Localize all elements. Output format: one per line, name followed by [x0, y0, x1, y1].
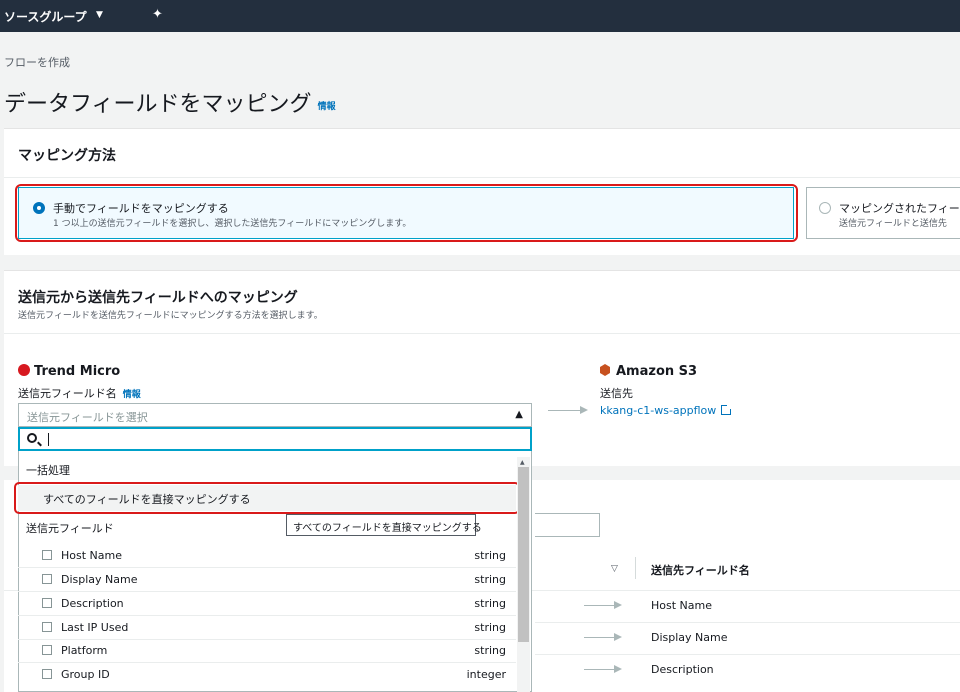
dropdown-field-item[interactable]: Host Name string — [18, 544, 516, 568]
scroll-up-icon[interactable]: ▲ — [520, 459, 525, 466]
resource-group-label[interactable]: ソースグループ — [4, 8, 87, 25]
row-arrow-icon — [584, 637, 614, 638]
dropdown-field-item[interactable]: Description string — [18, 592, 516, 616]
chevron-down-icon[interactable]: ▼ — [96, 10, 103, 20]
scrollbar-thumb[interactable] — [518, 467, 529, 642]
source-name: Trend Micro — [18, 364, 120, 379]
pin-icon[interactable]: ✦ — [152, 7, 163, 22]
dropdown-search-input[interactable] — [18, 427, 532, 451]
amazon-s3-logo-icon — [600, 364, 610, 376]
dest-field-column-header: 送信先フィールド名 — [651, 564, 750, 577]
dropdown-field-item[interactable]: Display Name string — [18, 568, 516, 592]
manual-mapping-option[interactable]: 手動でフィールドをマッピングする 1 つ以上の送信元フィールドを選択し、選択した… — [18, 187, 794, 239]
row-arrow-icon — [584, 669, 614, 670]
radio-selected-icon[interactable] — [33, 202, 45, 214]
checkbox[interactable] — [42, 598, 52, 608]
source-dest-header: 送信元から送信先フィールドへのマッピング — [18, 290, 298, 306]
tooltip: すべてのフィールドを直接マッピングする — [286, 514, 482, 536]
dropdown-group-bulk: 一括処理 — [26, 464, 70, 477]
external-link-icon — [721, 403, 734, 415]
top-bar: ソースグループ ▼ ✦ — [0, 0, 960, 32]
checkbox[interactable] — [42, 622, 52, 632]
row-arrow-icon — [584, 605, 614, 606]
dest-name: Amazon S3 — [600, 364, 697, 379]
text-caret — [48, 433, 49, 446]
page-title: データフィールドをマッピング 情報 — [4, 92, 336, 117]
checkbox[interactable] — [42, 550, 52, 560]
info-link[interactable]: 情報 — [318, 102, 336, 112]
dropdown-field-item[interactable]: Last IP Used string — [18, 616, 516, 640]
trend-micro-logo-icon — [18, 364, 30, 376]
breadcrumb[interactable]: フローを作成 — [4, 54, 70, 70]
dropdown-field-item[interactable]: Group ID integer — [18, 663, 516, 687]
dest-label: 送信先 — [600, 387, 633, 400]
table-row: Display Name — [651, 631, 728, 644]
source-field-select[interactable]: 送信元フィールドを選択 ▲ — [18, 403, 532, 427]
highlight-box — [14, 482, 520, 514]
sort-icon[interactable]: ▽ — [611, 564, 618, 574]
upload-mapping-desc: 送信元フィールドと送信先 — [839, 219, 947, 229]
arrow-right-icon — [548, 410, 580, 411]
filter-input[interactable] — [535, 513, 600, 537]
checkbox[interactable] — [42, 645, 52, 655]
mapping-method-panel: マッピング方法 手動でフィールドをマッピングする 1 つ以上の送信元フィールドを… — [4, 128, 960, 255]
mapping-method-header: マッピング方法 — [18, 148, 116, 164]
dest-bucket-link[interactable]: kkang-c1-ws-appflow — [600, 403, 734, 417]
source-field-label: 送信元フィールド名 情報 — [18, 387, 141, 400]
checkbox[interactable] — [42, 669, 52, 679]
manual-mapping-label: 手動でフィールドをマッピングする — [53, 202, 229, 215]
search-icon — [27, 433, 37, 443]
dropdown-field-item[interactable]: Platform string — [18, 639, 516, 663]
dropdown-scrollbar[interactable]: ▲ — [517, 457, 530, 692]
table-row: Description — [651, 663, 714, 676]
dropdown-group-fields: 送信元フィールド — [26, 522, 114, 535]
table-row: Host Name — [651, 599, 712, 612]
checkbox[interactable] — [42, 574, 52, 584]
select-placeholder: 送信元フィールドを選択 — [27, 411, 148, 424]
caret-up-icon[interactable]: ▲ — [515, 409, 523, 420]
upload-mapping-label: マッピングされたフィー — [839, 202, 960, 215]
source-dest-subtitle: 送信元フィールドを送信先フィールドにマッピングする方法を選択します。 — [18, 311, 323, 321]
source-info-link[interactable]: 情報 — [123, 390, 141, 400]
radio-unselected-icon[interactable] — [819, 202, 831, 214]
manual-mapping-desc: 1 つ以上の送信元フィールドを選択し、選択した送信先フィールドにマッピングします… — [53, 219, 412, 229]
upload-mapping-option[interactable]: マッピングされたフィー 送信元フィールドと送信先 — [806, 187, 960, 239]
